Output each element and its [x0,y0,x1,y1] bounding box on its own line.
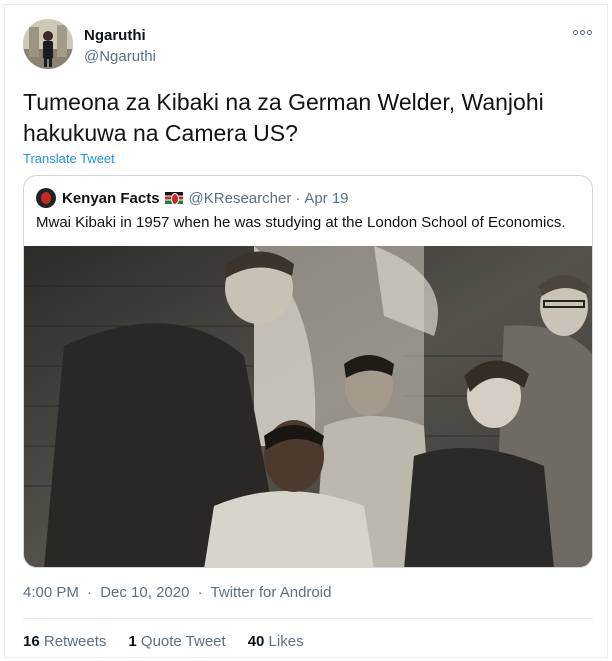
likes-label: Likes [268,633,304,650]
quoted-tweet-header: Kenyan Facts @KResearcher · Apr 19 [36,188,349,208]
retweets-count: 16 [23,633,40,650]
tweet-client[interactable]: Twitter for Android [211,584,332,601]
more-options-icon[interactable] [571,25,593,39]
meta-separator: · [87,584,93,601]
retweets-stat[interactable]: 16 Retweets [23,633,106,650]
quoted-tweet-photo[interactable] [24,246,592,567]
tweet-date[interactable]: Dec 10, 2020 [100,584,189,601]
quote-tweets-count: 1 [128,633,137,650]
quoted-author-avatar [36,188,56,208]
tweet-stats: 16 Retweets 1 Quote Tweet 40 Likes [23,633,304,650]
tweet-time[interactable]: 4:00 PM [23,584,79,601]
meta-separator: · [197,584,203,601]
likes-stat[interactable]: 40 Likes [248,633,304,650]
quote-tweets-label: Quote Tweet [140,633,226,650]
tweet-text: Tumeona za Kibaki na za German Welder, W… [23,89,544,146]
quoted-author-name: Kenyan Facts [62,189,160,207]
tweet-card: Ngaruthi @Ngaruthi Tumeona za Kibaki na … [4,4,608,658]
quoted-date: Apr 19 [304,189,349,207]
quoted-author-handle: @KResearcher [188,189,292,207]
translate-tweet-link[interactable]: Translate Tweet [23,151,115,166]
author-display-name[interactable]: Ngaruthi [84,27,146,44]
avatar-photo [23,19,73,69]
divider [23,618,593,619]
quote-tweets-stat[interactable]: 1 Quote Tweet [128,633,225,650]
kenya-flag-icon [164,192,183,205]
group-photo-image [24,246,592,567]
author-avatar[interactable] [23,19,73,69]
quoted-separator: · [295,189,301,207]
quoted-tweet-text: Mwai Kibaki in 1957 when he was studying… [36,214,566,231]
author-handle[interactable]: @Ngaruthi [84,48,156,65]
retweets-label: Retweets [43,633,107,650]
likes-count: 40 [247,633,265,650]
quoted-tweet[interactable]: Kenyan Facts @KResearcher · Apr 19 Mwai … [23,175,593,568]
tweet-meta: 4:00 PM · Dec 10, 2020 · Twitter for And… [23,584,331,601]
